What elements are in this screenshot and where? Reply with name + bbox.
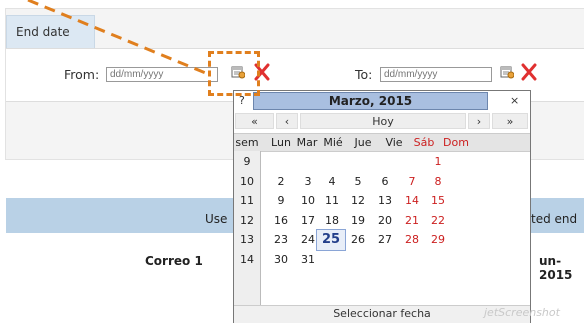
week-header-label: sem: [235, 136, 259, 149]
day-cell[interactable]: 15: [426, 193, 450, 209]
weekday-jue: Jue: [354, 136, 372, 149]
day-cell[interactable]: 5: [346, 174, 370, 190]
day-cell[interactable]: 18: [320, 213, 344, 229]
day-cell-selected[interactable]: 25: [316, 229, 346, 251]
month-title[interactable]: Marzo, 2015: [253, 92, 488, 110]
next-month-button[interactable]: ›: [468, 113, 490, 129]
day-cell[interactable]: 10: [296, 193, 320, 209]
close-icon[interactable]: ×: [510, 94, 519, 107]
day-cell[interactable]: 12: [346, 193, 370, 209]
day-cell[interactable]: 23: [269, 232, 293, 248]
day-cell[interactable]: 14: [400, 193, 424, 209]
day-cell[interactable]: 7: [400, 174, 424, 190]
day-cell[interactable]: 13: [373, 193, 397, 209]
day-cell[interactable]: 26: [346, 232, 370, 248]
weekday-mié: Mié: [323, 136, 343, 149]
weekday-sáb: Sáb: [413, 136, 435, 149]
week-number: 14: [240, 252, 254, 266]
datepicker-popup: ? Marzo, 2015 × « ‹ Hoy › » sem Lun Mar Mié…: [233, 90, 531, 323]
day-cell[interactable]: 20: [373, 213, 397, 229]
today-button[interactable]: Hoy: [300, 113, 466, 129]
day-cell[interactable]: 30: [269, 252, 293, 268]
day-cell[interactable]: 4: [320, 174, 344, 190]
day-cell[interactable]: 8: [426, 174, 450, 190]
day-cell[interactable]: 3: [296, 174, 320, 190]
day-cell[interactable]: 17: [296, 213, 320, 229]
day-cell[interactable]: 2: [269, 174, 293, 190]
week-number: 11: [240, 194, 254, 207]
week-number: 9: [243, 155, 251, 168]
day-cell[interactable]: 16: [269, 213, 293, 229]
day-cell[interactable]: 31: [296, 252, 320, 268]
day-cell[interactable]: 21: [400, 213, 424, 229]
day-cell[interactable]: 22: [426, 213, 450, 229]
weekday-vie: Vie: [385, 136, 403, 149]
day-cell[interactable]: 27: [373, 232, 397, 248]
day-cell[interactable]: 19: [346, 213, 370, 229]
day-cell[interactable]: 28: [400, 232, 424, 248]
day-cell[interactable]: 1: [426, 154, 450, 170]
week-number: 10: [240, 174, 254, 188]
day-cell[interactable]: 11: [320, 193, 344, 209]
day-cell[interactable]: 29: [426, 232, 450, 248]
week-number: 13: [240, 233, 254, 246]
weekday-dom: Dom: [443, 136, 469, 149]
next-year-button[interactable]: »: [492, 113, 528, 129]
highlight-callout: [208, 51, 260, 96]
day-cell[interactable]: 9: [269, 193, 293, 209]
watermark: jetScreenshot: [484, 306, 560, 319]
week-number: 12: [240, 213, 254, 227]
prev-month-button[interactable]: ‹: [276, 113, 298, 129]
day-cell[interactable]: 6: [373, 174, 397, 190]
prev-year-button[interactable]: «: [235, 113, 274, 129]
